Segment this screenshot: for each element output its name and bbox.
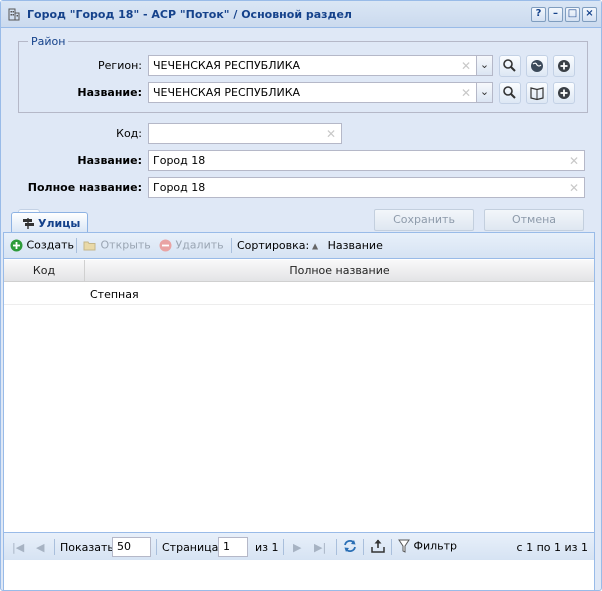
sort-label: Сортировка: bbox=[237, 239, 310, 252]
search-icon bbox=[500, 56, 520, 76]
district-add-button[interactable] bbox=[553, 82, 575, 104]
page-size-label: Показать bbox=[60, 541, 114, 554]
chevron-down-icon: ⌄ bbox=[479, 85, 490, 98]
column-header-code[interactable]: Код bbox=[4, 264, 84, 277]
column-header-fullname[interactable]: Полное название bbox=[85, 264, 594, 277]
name-input-value: Город 18 bbox=[153, 154, 206, 167]
streets-panel: Создать Открыть Удалить Сортировка: ▲ На… bbox=[3, 232, 595, 591]
folder-open-icon bbox=[83, 239, 97, 252]
maximize-button[interactable]: □ bbox=[565, 7, 580, 22]
book-icon bbox=[527, 83, 547, 103]
fullname-label: Полное название: bbox=[27, 181, 142, 194]
grid-toolbar: Создать Открыть Удалить Сортировка: ▲ На… bbox=[4, 233, 594, 259]
fullname-input-value: Город 18 bbox=[153, 181, 206, 194]
name-input[interactable]: Город 18 ✕ bbox=[148, 150, 585, 171]
region-add-button[interactable] bbox=[553, 55, 575, 77]
open-button[interactable]: Открыть bbox=[83, 238, 151, 252]
chevron-down-icon: ⌄ bbox=[479, 58, 490, 71]
sort-field-label: Название bbox=[327, 239, 383, 252]
table-row[interactable]: Степная bbox=[4, 283, 594, 305]
page-number-input[interactable]: 1 bbox=[218, 537, 248, 557]
region-search-button[interactable] bbox=[499, 55, 521, 77]
sort-asc-icon: ▲ bbox=[312, 241, 319, 251]
paging-toolbar: |◀ ◀ Показать 50 Страница 1 из 1 ▶ ▶| Фи… bbox=[4, 532, 594, 560]
open-button-label: Открыть bbox=[100, 238, 151, 252]
filter-button[interactable]: Фильтр bbox=[398, 538, 457, 554]
region-dropdown-trigger[interactable]: ⌄ bbox=[476, 55, 493, 76]
export-icon[interactable] bbox=[370, 538, 386, 554]
district-legend: Район bbox=[28, 35, 69, 48]
pager-separator bbox=[363, 539, 364, 555]
clear-icon[interactable]: ✕ bbox=[461, 86, 471, 100]
toolbar-separator bbox=[76, 238, 77, 253]
region-combo-value: ЧЕЧЕНСКАЯ РЕСПУБЛИКА bbox=[153, 59, 301, 72]
filter-icon bbox=[398, 538, 410, 554]
district-name-value: ЧЕЧЕНСКАЯ РЕСПУБЛИКА bbox=[153, 86, 301, 99]
page-label: Страница bbox=[162, 541, 219, 554]
minimize-button[interactable]: – bbox=[548, 7, 563, 22]
main-window: Город "Город 18" - АСР "Поток" / Основно… bbox=[0, 0, 602, 591]
region-combo-input[interactable]: ЧЕЧЕНСКАЯ РЕСПУБЛИКА ✕ bbox=[148, 55, 477, 76]
page-size-input[interactable]: 50 bbox=[112, 537, 151, 557]
region-label: Регион: bbox=[98, 59, 142, 72]
code-label: Код: bbox=[116, 127, 142, 140]
search-icon bbox=[500, 83, 520, 103]
name-label: Название: bbox=[77, 154, 142, 167]
first-page-icon[interactable]: |◀ bbox=[12, 541, 24, 554]
plus-circle-icon bbox=[554, 56, 574, 76]
tab-streets-label: Улицы bbox=[38, 217, 81, 230]
grid-header: Код Полное название bbox=[4, 260, 594, 282]
district-book-button[interactable] bbox=[526, 82, 548, 104]
clear-icon[interactable]: ✕ bbox=[569, 154, 579, 168]
window-title: Город "Город 18" - АСР "Поток" / Основно… bbox=[27, 8, 352, 21]
tab-streets[interactable]: Улицы bbox=[11, 212, 88, 233]
table-cell-fullname: Степная bbox=[90, 288, 139, 301]
filter-button-label: Фильтр bbox=[413, 539, 458, 553]
help-button[interactable]: ? bbox=[531, 7, 546, 22]
last-page-icon[interactable]: ▶| bbox=[314, 541, 326, 554]
fullname-input[interactable]: Город 18 ✕ bbox=[148, 177, 585, 198]
pager-separator bbox=[283, 539, 284, 555]
plus-circle-icon bbox=[10, 239, 23, 252]
pager-separator bbox=[156, 539, 157, 555]
minus-circle-icon bbox=[159, 239, 172, 252]
delete-button-label: Удалить bbox=[175, 238, 224, 252]
code-input[interactable]: ✕ bbox=[148, 123, 342, 144]
district-search-button[interactable] bbox=[499, 82, 521, 104]
signpost-icon bbox=[21, 216, 35, 230]
prev-page-icon[interactable]: ◀ bbox=[36, 541, 44, 554]
page-count-label: из 1 bbox=[255, 541, 279, 554]
next-page-icon[interactable]: ▶ bbox=[293, 541, 301, 554]
cancel-button[interactable]: Отмена bbox=[484, 209, 584, 231]
district-name-label: Название: bbox=[77, 86, 142, 99]
save-button[interactable]: Сохранить bbox=[374, 209, 474, 231]
clear-icon[interactable]: ✕ bbox=[326, 127, 336, 141]
delete-button[interactable]: Удалить bbox=[159, 238, 224, 252]
globe-icon bbox=[527, 56, 547, 76]
toolbar-separator bbox=[231, 238, 232, 253]
region-globe-button[interactable] bbox=[526, 55, 548, 77]
pager-separator bbox=[391, 539, 392, 555]
district-name-combo-input[interactable]: ЧЕЧЕНСКАЯ РЕСПУБЛИКА ✕ bbox=[148, 82, 477, 103]
window-titlebar[interactable]: Город "Город 18" - АСР "Поток" / Основно… bbox=[1, 1, 601, 28]
refresh-icon[interactable] bbox=[342, 538, 358, 554]
clear-icon[interactable]: ✕ bbox=[461, 59, 471, 73]
pager-separator bbox=[54, 539, 55, 555]
create-button-label: Создать bbox=[26, 238, 75, 252]
close-button[interactable]: × bbox=[582, 7, 597, 22]
plus-circle-icon bbox=[554, 83, 574, 103]
building-icon bbox=[7, 7, 21, 21]
pager-separator bbox=[336, 539, 337, 555]
clear-icon[interactable]: ✕ bbox=[569, 181, 579, 195]
display-summary: с 1 по 1 из 1 bbox=[516, 541, 588, 554]
sort-field-button[interactable]: ▲ Название bbox=[312, 239, 383, 252]
district-name-dropdown-trigger[interactable]: ⌄ bbox=[476, 82, 493, 103]
create-button[interactable]: Создать bbox=[10, 238, 74, 252]
